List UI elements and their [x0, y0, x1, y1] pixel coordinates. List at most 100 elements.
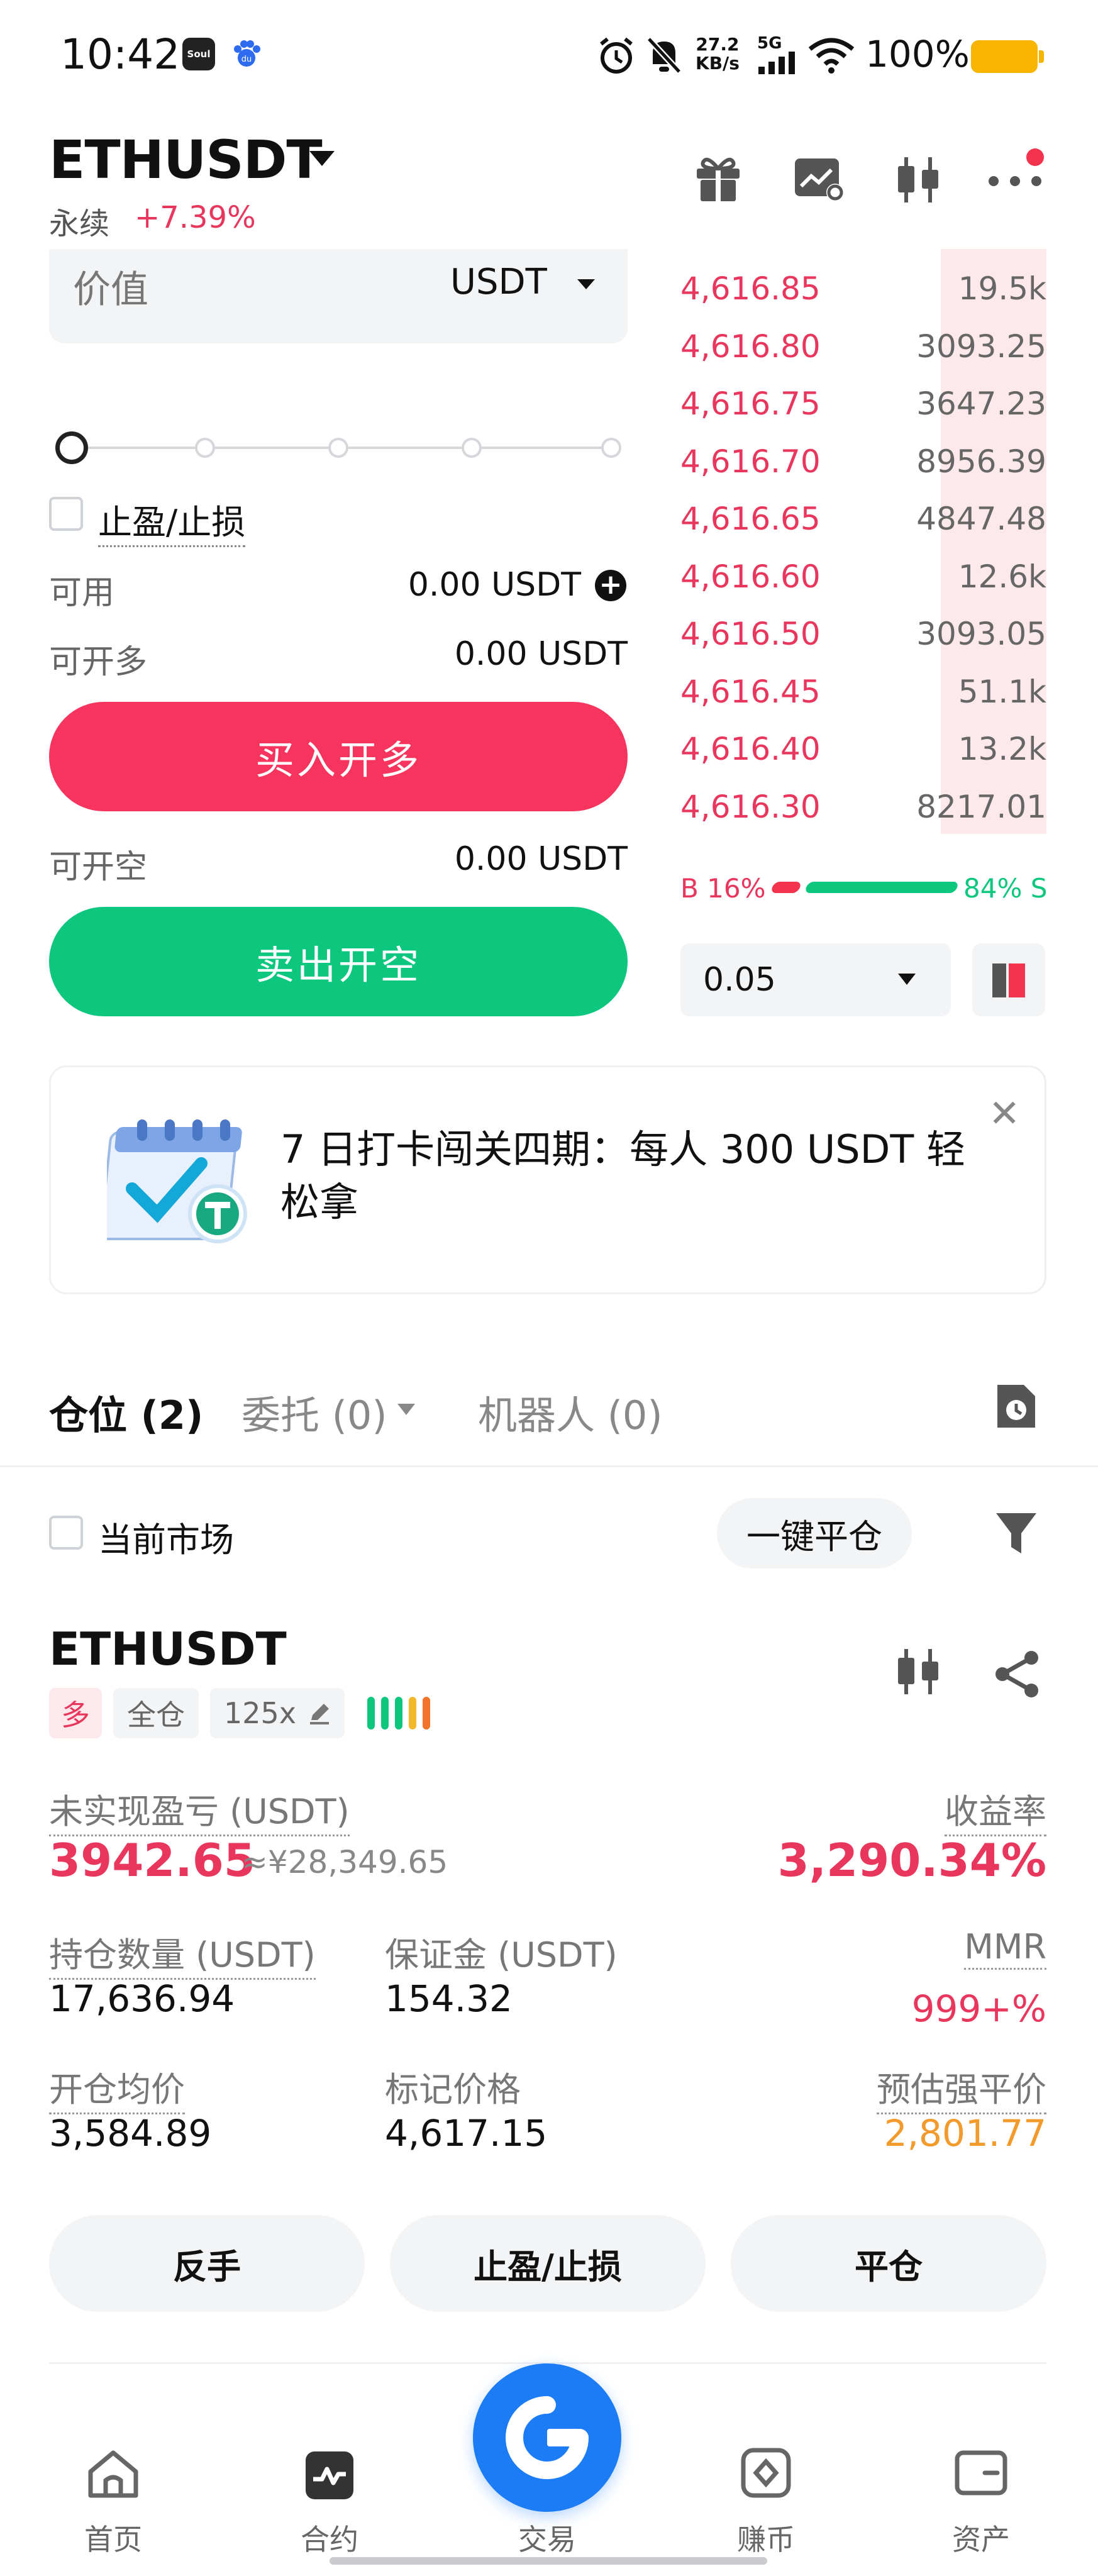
slider-mark-50[interactable]	[328, 438, 348, 458]
symbol-dropdown-icon[interactable]	[309, 151, 335, 166]
ask-price[interactable]: 4,616.65	[680, 501, 821, 537]
ask-quantity[interactable]: 3093.05	[916, 616, 1046, 652]
more-icon[interactable]	[987, 175, 1043, 187]
ask-quantity[interactable]: 3647.23	[916, 386, 1046, 422]
tab-orders[interactable]: 委托 (0)	[241, 1384, 387, 1440]
ask-price[interactable]: 4,616.80	[680, 328, 821, 365]
ask-price[interactable]: 4,616.40	[680, 731, 821, 767]
leverage-value: 125x	[224, 1696, 297, 1730]
sell-ratio: 84% S	[963, 873, 1048, 904]
wallet-icon[interactable]	[953, 2448, 1009, 2498]
tpsl-button[interactable]: 止盈/止损	[390, 2215, 706, 2312]
reverse-button[interactable]: 反手	[49, 2215, 365, 2312]
slider-handle[interactable]	[55, 431, 88, 464]
ask-quantity[interactable]: 51.1k	[958, 674, 1046, 710]
orderbook-view-toggle[interactable]	[972, 943, 1045, 1016]
close-icon[interactable]: ✕	[989, 1092, 1020, 1136]
liq-price-label[interactable]: 预估强平价	[877, 2062, 1046, 2114]
ask-quantity[interactable]: 8956.39	[916, 443, 1046, 480]
mute-bell-icon	[645, 35, 683, 75]
calendar-check-icon	[107, 1113, 264, 1245]
transfer-plus-icon[interactable]: +	[595, 570, 626, 601]
entry-price-value: 3,584.89	[49, 2112, 212, 2155]
candlestick-icon[interactable]	[893, 155, 943, 205]
roe-value: 3,290.34%	[777, 1834, 1046, 1887]
ask-quantity[interactable]: 8217.01	[916, 789, 1046, 825]
slider-mark-75[interactable]	[462, 438, 482, 458]
ask-price[interactable]: 4,616.75	[680, 386, 821, 422]
adl-indicator-bar-4	[409, 1697, 416, 1729]
margin-value: 154.32	[385, 1977, 513, 2020]
ask-quantity[interactable]: 19.5k	[958, 270, 1046, 307]
sell-short-button[interactable]: 卖出开空	[49, 907, 628, 1016]
gift-icon[interactable]	[693, 153, 743, 204]
candlestick-icon[interactable]	[893, 1646, 943, 1697]
position-side-badge: 多	[49, 1688, 102, 1738]
unit-dropdown-icon[interactable]	[577, 279, 595, 289]
nav-assets-label[interactable]: 资产	[918, 2517, 1044, 2558]
buy-long-button[interactable]: 买入开多	[49, 702, 628, 811]
contract-symbol[interactable]: ETHUSDT	[49, 129, 323, 191]
ask-price[interactable]: 4,616.70	[680, 443, 821, 480]
ask-quantity[interactable]: 12.6k	[958, 558, 1046, 595]
chart-settings-icon[interactable]	[794, 157, 846, 203]
entry-price-label[interactable]: 开仓均价	[49, 2062, 185, 2114]
slider-mark-25[interactable]	[195, 438, 215, 458]
network-speed: 27.2 KB/s	[696, 35, 740, 73]
tab-positions[interactable]: 仓位 (2)	[49, 1384, 203, 1440]
ask-quantity[interactable]: 4847.48	[916, 501, 1046, 537]
buy-ratio: B 16%	[680, 873, 766, 904]
nav-home-label[interactable]: 首页	[50, 2517, 176, 2558]
edit-icon[interactable]	[308, 1701, 331, 1725]
share-icon[interactable]	[992, 1649, 1043, 1699]
ask-quantity[interactable]: 13.2k	[958, 731, 1046, 767]
can-short-value: 0.00 USDT	[454, 840, 628, 878]
adl-indicator-bar-2	[381, 1697, 389, 1729]
ask-price[interactable]: 4,616.50	[680, 616, 821, 652]
current-market-checkbox[interactable]	[49, 1516, 83, 1550]
soul-app-icon: Soul	[182, 38, 215, 70]
unrealized-pnl-label[interactable]: 未实现盈亏 (USDT)	[49, 1784, 350, 1836]
nav-futures-label[interactable]: 合约	[267, 2517, 392, 2558]
mark-price-label: 标记价格	[385, 2070, 521, 2109]
trade-button[interactable]	[473, 2363, 621, 2512]
position-symbol[interactable]: ETHUSDT	[49, 1623, 287, 1675]
slider-mark-100[interactable]	[601, 438, 621, 458]
close-all-button[interactable]: 一键平仓	[717, 1498, 912, 1568]
leverage-badge[interactable]: 125x	[210, 1688, 345, 1738]
unrealized-pnl-cny: ≈¥28,349.65	[241, 1844, 448, 1880]
tpsl-checkbox[interactable]	[49, 497, 83, 531]
battery-icon	[971, 40, 1044, 73]
home-icon[interactable]	[86, 2449, 141, 2499]
value-unit-select[interactable]: USDT	[450, 262, 547, 303]
step-dropdown-icon[interactable]	[898, 974, 916, 985]
orders-dropdown-icon[interactable]	[397, 1404, 415, 1415]
mmr-label[interactable]: MMR	[964, 1927, 1046, 1970]
price-change: +7.39%	[135, 200, 256, 235]
roe-label[interactable]: 收益率	[945, 1784, 1046, 1836]
ask-quantity[interactable]: 3093.25	[916, 328, 1046, 365]
adl-indicator-bar-1	[367, 1697, 375, 1729]
can-short-label: 可开空	[49, 848, 148, 886]
ask-price[interactable]: 4,616.60	[680, 558, 821, 595]
current-market-label[interactable]: 当前市场	[98, 1512, 234, 1562]
ask-price[interactable]: 4,616.85	[680, 270, 821, 307]
position-size-value: 17,636.94	[49, 1977, 235, 2020]
close-position-button[interactable]: 平仓	[731, 2215, 1046, 2312]
wifi-icon	[807, 36, 855, 74]
orderbook-mode-icon	[992, 963, 1025, 997]
tpsl-label[interactable]: 止盈/止损	[98, 494, 246, 547]
order-history-icon[interactable]	[994, 1381, 1039, 1431]
earn-icon[interactable]	[740, 2446, 792, 2499]
filter-icon[interactable]	[994, 1509, 1039, 1557]
nav-earn-label[interactable]: 赚币	[703, 2517, 829, 2558]
ask-price[interactable]: 4,616.30	[680, 789, 821, 825]
nav-trade-label[interactable]: 交易	[484, 2517, 610, 2558]
ask-price[interactable]: 4,616.45	[680, 674, 821, 710]
position-size-label[interactable]: 持仓数量 (USDT)	[49, 1927, 316, 1980]
margin-label: 保证金 (USDT)	[385, 1935, 618, 1975]
futures-icon[interactable]	[304, 2450, 355, 2501]
network-speed-value: 27.2	[696, 34, 740, 55]
margin-mode-badge[interactable]: 全仓	[113, 1688, 199, 1738]
tab-bots[interactable]: 机器人 (0)	[478, 1384, 663, 1440]
